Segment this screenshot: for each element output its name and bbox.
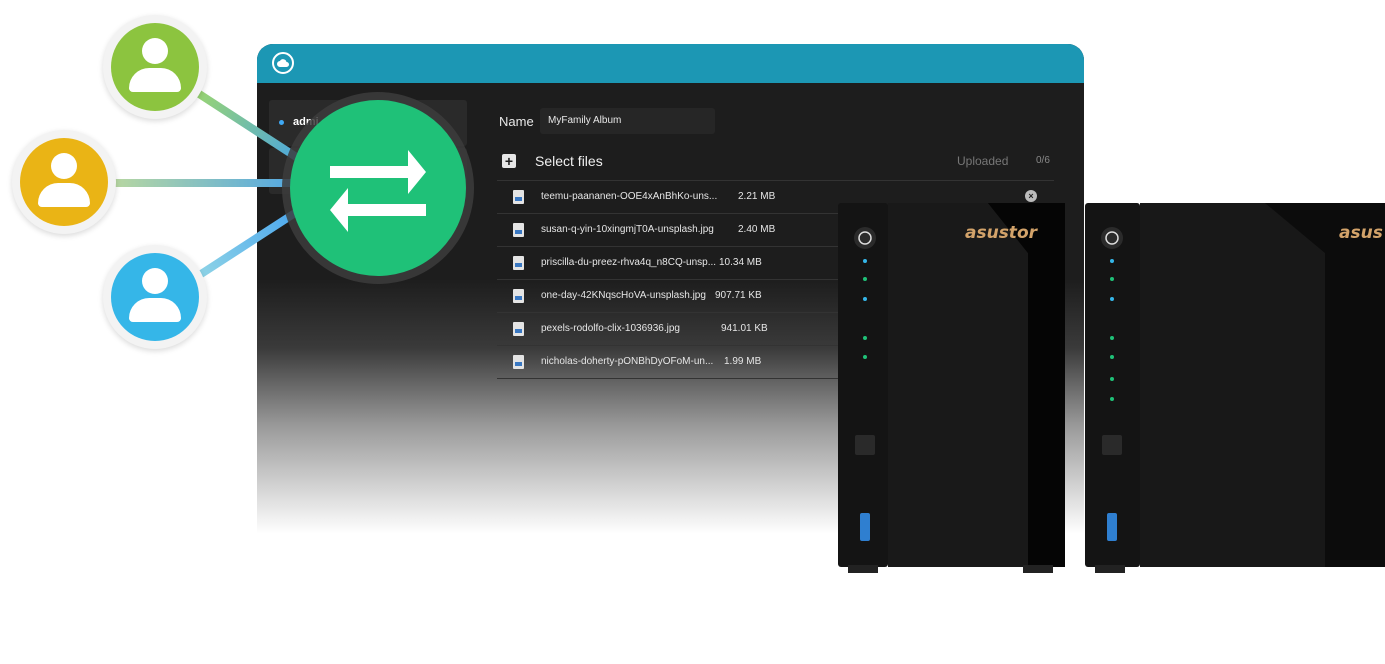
asustor-logo: asus	[1339, 223, 1383, 243]
image-file-icon	[513, 322, 524, 336]
image-file-icon	[513, 256, 524, 270]
file-size: 941.01 KB	[721, 323, 768, 334]
name-label: Name	[499, 114, 534, 129]
transfer-arrows-icon	[290, 100, 466, 276]
asustor-logo: asustor	[965, 223, 1038, 243]
person-icon	[142, 268, 168, 294]
file-name: teemu-paananen-OOE4xAnBhKo-uns...	[541, 191, 718, 202]
image-file-icon	[513, 289, 524, 303]
person-icon	[51, 153, 77, 179]
file-name: pexels-rodolfo-clix-1036936.jpg	[541, 323, 680, 334]
nas-device: asustor	[838, 203, 1065, 575]
file-name: priscilla-du-preez-rhva4q_n8CQ-unsp...	[541, 257, 717, 268]
file-size: 2.21 MB	[738, 191, 776, 202]
image-file-icon	[513, 190, 524, 204]
user-avatar-yellow	[12, 130, 116, 234]
file-size: 1.99 MB	[724, 356, 762, 367]
file-name: nicholas-doherty-pONBhDyOFoM-un...	[541, 356, 714, 367]
file-size: 907.71 KB	[715, 290, 762, 301]
uploaded-label: Uploaded	[957, 154, 1009, 168]
select-files-button[interactable]: + Select files	[502, 150, 603, 172]
close-circle-icon[interactable]: ×	[1025, 190, 1037, 202]
album-name-input[interactable]: MyFamily Album	[540, 108, 715, 134]
status-dot	[279, 120, 284, 125]
image-file-icon	[513, 355, 524, 369]
file-size: 10.34 MB	[719, 257, 762, 268]
file-size: 2.40 MB	[738, 224, 776, 235]
window-titlebar	[257, 44, 1084, 83]
nas-device: asus	[1085, 203, 1385, 575]
file-name: one-day-42KNqscHoVA-unsplash.jpg	[541, 290, 706, 301]
image-file-icon	[513, 223, 524, 237]
uploaded-count: 0/6	[1036, 155, 1050, 166]
user-avatar-green	[103, 15, 207, 119]
select-files-label: Select files	[535, 153, 603, 169]
person-icon	[142, 38, 168, 64]
cloud-icon[interactable]	[272, 52, 294, 74]
user-avatar-blue	[103, 245, 207, 349]
file-name: susan-q-yin-10xingmjT0A-unsplash.jpg	[541, 224, 714, 235]
plus-icon: +	[502, 154, 516, 168]
